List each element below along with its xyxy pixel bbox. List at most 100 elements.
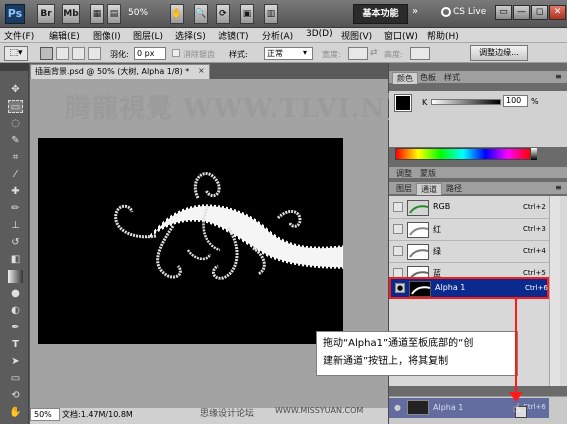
clone-stamp-tool-icon[interactable]: ⊥ — [8, 219, 23, 232]
tab-masks[interactable]: 蒙版 — [416, 168, 440, 180]
eye-icon: ● — [394, 403, 401, 412]
feather-label: 羽化: — [110, 50, 129, 59]
bridge-button[interactable]: Br — [37, 4, 55, 24]
quick-select-tool-icon[interactable]: ✎ — [8, 134, 23, 147]
type-tool-icon[interactable]: T — [8, 338, 23, 351]
zoom-tool-button[interactable]: 🔍 — [194, 4, 208, 24]
blur-tool-icon[interactable]: ● — [8, 287, 23, 300]
selection-mode-new[interactable] — [40, 47, 53, 60]
tab-channels[interactable]: 通道 — [416, 183, 442, 195]
hand-tool-button[interactable]: ✋ — [170, 4, 184, 24]
channel-row-rgb[interactable]: RGB Ctrl+2 — [389, 197, 549, 219]
menu-select[interactable]: 选择(S) — [175, 29, 206, 42]
menu-window[interactable]: 窗口(W) — [384, 29, 418, 42]
move-tool-icon[interactable]: ✥ — [8, 83, 23, 96]
channel-thumbnail — [407, 222, 429, 238]
close-button[interactable]: ✕ — [549, 5, 566, 20]
channel-shortcut: Ctrl+4 — [523, 247, 546, 255]
channel-row-green[interactable]: 绿 Ctrl+4 — [389, 241, 549, 263]
channel-shortcut: Ctrl+5 — [523, 269, 546, 277]
path-select-tool-icon[interactable]: ➤ — [8, 355, 23, 368]
menu-analysis[interactable]: 分析(A) — [262, 29, 293, 42]
tab-color[interactable]: 颜色 — [392, 72, 418, 84]
menu-help[interactable]: 帮助(H) — [427, 29, 459, 42]
dodge-tool-icon[interactable]: ◐ — [8, 304, 23, 317]
tab-styles[interactable]: 样式 — [440, 72, 464, 84]
maximize-button[interactable]: ◻ — [531, 5, 548, 20]
arrange-button[interactable]: ▤ — [107, 4, 121, 24]
chevron-down-icon[interactable]: ▾ — [303, 48, 307, 57]
healing-brush-tool-icon[interactable]: ✚ — [8, 185, 23, 198]
cs-live-label[interactable]: CS Live — [453, 7, 486, 17]
tab-adjustments[interactable]: 调整 — [392, 168, 416, 180]
screen-mode-button[interactable]: ▣ — [240, 4, 254, 24]
tab-paths[interactable]: 路径 — [442, 183, 466, 195]
color-spectrum[interactable] — [395, 148, 531, 160]
swap-icon[interactable]: ⇄ — [370, 48, 378, 58]
minimize-button[interactable]: — — [513, 5, 530, 20]
history-brush-tool-icon[interactable]: ↺ — [8, 236, 23, 249]
panel-menu-icon[interactable]: ≡ — [555, 72, 562, 81]
view-extras-button[interactable]: ▦ — [90, 4, 104, 24]
status-zoom-input[interactable]: 50% — [30, 408, 60, 421]
visibility-toggle[interactable] — [393, 246, 403, 256]
refine-edge-button[interactable]: 调整边缘... — [470, 45, 528, 61]
feather-input[interactable]: 0 px — [134, 47, 166, 60]
visibility-toggle[interactable] — [393, 202, 403, 212]
menu-edit[interactable]: 编辑(E) — [49, 29, 80, 42]
mini-bridge-button[interactable]: Mb — [62, 4, 80, 24]
crop-tool-icon[interactable]: ⌗ — [8, 151, 23, 164]
style-label: 样式: — [229, 50, 248, 59]
canvas[interactable] — [38, 138, 343, 344]
eye-icon[interactable]: ● — [395, 283, 405, 293]
width-input[interactable] — [348, 47, 368, 60]
adjust-panel-tabs: 调整 蒙版 — [389, 167, 567, 179]
channels-scrollbar[interactable] — [549, 196, 560, 386]
spectrum-bw[interactable] — [531, 148, 537, 160]
status-doc-size[interactable]: 文档:1.47M/10.8M — [62, 409, 133, 420]
shape-tool-icon[interactable]: ▭ — [8, 372, 23, 385]
selection-mode-intersect[interactable] — [88, 47, 101, 60]
hand-tool-icon[interactable]: ✋ — [8, 406, 23, 419]
antialias-checkbox[interactable] — [172, 49, 180, 57]
tab-layers[interactable]: 图层 — [392, 183, 416, 195]
channel-shortcut: Ctrl+2 — [523, 203, 546, 211]
foreground-color-swatch[interactable] — [394, 94, 412, 112]
workspace-menu-icon[interactable]: » — [412, 6, 418, 17]
channel-row-alpha1[interactable]: ● Alpha 1 Ctrl+6 — [389, 277, 549, 299]
menu-image[interactable]: 图像(I) — [93, 29, 121, 42]
eyedropper-tool-icon[interactable]: ⁄ — [8, 168, 23, 181]
marquee-tool-icon[interactable]: ▭ — [8, 100, 23, 113]
k-slider[interactable] — [431, 99, 501, 105]
gradient-tool-icon[interactable] — [8, 270, 23, 283]
menu-3d[interactable]: 3D(D) — [306, 29, 333, 39]
window-arrange-button[interactable]: ▭ — [495, 5, 512, 20]
document-tab[interactable]: 插画背景.psd @ 50% (大树, Alpha 1/8) * — [30, 64, 210, 79]
menu-filter[interactable]: 滤镜(T) — [218, 29, 249, 42]
channels-menu-icon[interactable]: ≡ — [555, 183, 562, 192]
selection-mode-subtract[interactable] — [72, 47, 85, 60]
menu-view[interactable]: 视图(V) — [341, 29, 372, 42]
menu-file[interactable]: 文件(F) — [4, 29, 34, 42]
marquee-preset-icon[interactable]: ⬚▾ — [4, 46, 28, 61]
extras-button[interactable]: ▥ — [264, 4, 278, 24]
close-tab-icon[interactable]: × — [198, 66, 205, 75]
k-input[interactable]: 100 — [503, 95, 528, 107]
rotate-view-button[interactable]: ⟳ — [216, 4, 230, 24]
selection-mode-add[interactable] — [56, 47, 69, 60]
zoom-level[interactable]: 50% — [128, 8, 148, 18]
height-input[interactable] — [410, 47, 430, 60]
channel-thumbnail — [409, 281, 431, 297]
channel-row-red[interactable]: 红 Ctrl+3 — [389, 219, 549, 241]
lasso-tool-icon[interactable]: ◌ — [8, 117, 23, 130]
channel-thumbnail — [407, 244, 429, 260]
menu-layer[interactable]: 图层(L) — [133, 29, 163, 42]
visibility-toggle[interactable] — [393, 224, 403, 234]
brush-tool-icon[interactable]: ✏ — [8, 202, 23, 215]
tab-swatches[interactable]: 色板 — [416, 72, 440, 84]
pen-tool-icon[interactable]: ✒ — [8, 321, 23, 334]
eraser-tool-icon[interactable]: ◧ — [8, 253, 23, 266]
workspace-button[interactable]: 基本功能 — [353, 4, 408, 24]
ghost-name: Alpha 1 — [433, 403, 464, 412]
3d-rotate-tool-icon[interactable]: ⟲ — [8, 389, 23, 402]
